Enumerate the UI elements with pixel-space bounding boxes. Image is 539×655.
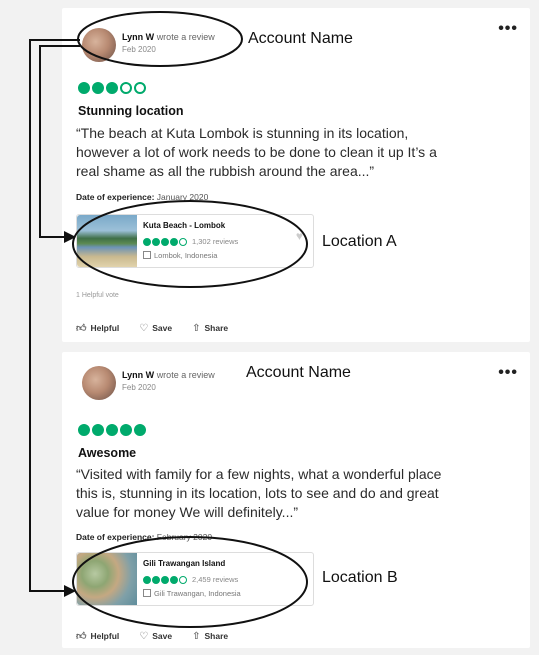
review-body-line: value for money We will definitely...” [76,504,299,520]
location-card[interactable]: Gili Trawangan Island 2,459 reviews Gili… [76,552,314,606]
share-button[interactable]: ⇧ Share [192,322,228,334]
rating-bubble-filled [152,575,160,584]
rating-bubble-filled [106,82,118,94]
review-body: “Visited with family for a few nights, w… [76,465,524,522]
helpful-button[interactable]: 👍︎ Helpful [76,322,119,334]
save-label: Save [152,631,173,641]
experience-value: January 2020 [156,192,209,202]
location-rating-bubbles [143,237,187,246]
experience-date: Date of experience: February 2020 [76,532,212,542]
review-title[interactable]: Awesome [78,446,136,460]
rating-bubble-filled [152,237,160,246]
review-actions: 👍︎ Helpful ♡ Save ⇧ Share [76,322,228,335]
review-body: “The beach at Kuta Lombok is stunning in… [76,124,524,181]
rating-bubbles [78,424,146,438]
experience-value: February 2020 [156,532,213,542]
location-rating: 2,459 reviews [143,575,238,584]
annotation-location-a: Location A [322,233,397,250]
rating-bubble-filled [92,82,104,94]
location-rating-bubbles [143,575,187,584]
location-address: Lombok, Indonesia [143,251,217,260]
rating-bubble-filled [106,424,118,436]
location-name[interactable]: Kuta Beach - Lombok [143,221,225,230]
location-rating: 1,302 reviews [143,237,238,246]
review-action: wrote a review [156,370,215,380]
experience-label: Date of experience: [76,192,155,202]
rating-bubble-filled [134,424,146,436]
location-review-count: 2,459 reviews [192,575,239,584]
thumbs-up-icon: 👍︎ [76,323,87,334]
review-date: Feb 2020 [122,383,156,392]
review-body-line: real shame as all the rubbish around the… [76,163,375,179]
save-button[interactable]: ♡ Save [139,630,172,642]
heart-icon: ♡ [139,322,149,334]
share-icon: ⇧ [192,630,201,642]
save-button[interactable]: ♡ Save [139,322,172,334]
location-address-text: Lombok, Indonesia [154,251,218,260]
location-thumbnail [77,553,137,605]
more-options-icon[interactable]: ••• [498,364,518,382]
rating-bubble-empty [120,82,132,94]
rating-bubble-filled [78,424,90,436]
location-thumbnail [77,215,137,267]
rating-bubble-filled [92,424,104,436]
map-pin-icon [143,589,151,597]
location-name[interactable]: Gili Trawangan Island [143,559,225,568]
save-heart-icon[interactable]: ♥ [296,229,303,243]
review-body-line: “The beach at Kuta Lombok is stunning in… [76,125,409,141]
rating-bubble-filled [161,575,169,584]
share-button[interactable]: ⇧ Share [192,630,228,642]
helpful-label: Helpful [90,631,120,641]
avatar[interactable] [82,28,116,62]
heart-icon: ♡ [139,630,149,642]
rating-bubble-filled [170,237,178,246]
thumbs-up-icon: 👍︎ [76,631,87,642]
review-card-1: Lynn W wrote a review Feb 2020 ••• Stunn… [62,8,530,342]
review-actions: 👍︎ Helpful ♡ Save ⇧ Share [76,630,228,643]
review-title[interactable]: Stunning location [78,104,184,118]
experience-label: Date of experience: [76,532,155,542]
helpful-label: Helpful [90,323,120,333]
annotation-location-b: Location B [322,569,398,586]
more-options-icon[interactable]: ••• [498,20,518,38]
author-name[interactable]: Lynn W [122,32,154,42]
share-label: Share [204,323,229,333]
map-pin-icon [143,251,151,259]
review-body-line: however a lot of work needs to be done t… [76,144,437,160]
author-name[interactable]: Lynn W [122,370,154,380]
location-card[interactable]: Kuta Beach - Lombok 1,302 reviews Lombok… [76,214,314,268]
avatar[interactable] [82,366,116,400]
review-card-2: Lynn W wrote a review Feb 2020 ••• Aweso… [62,352,530,648]
review-body-line: this is, stunning in its location, lots … [76,485,439,501]
rating-bubble-filled [170,575,178,584]
rating-bubble-empty [179,575,187,584]
rating-bubble-filled [143,575,151,584]
share-icon: ⇧ [192,322,201,334]
location-address-text: Gili Trawangan, Indonesia [154,589,241,598]
review-action: wrote a review [156,32,215,42]
review-author-line: Lynn W wrote a review [122,32,215,42]
rating-bubble-filled [78,82,90,94]
rating-bubbles [78,82,146,96]
save-label: Save [152,323,173,333]
review-date: Feb 2020 [122,45,156,54]
rating-bubble-filled [143,237,151,246]
helpful-votes: 1 Helpful vote [76,292,119,299]
experience-date: Date of experience: January 2020 [76,192,208,202]
review-author-line: Lynn W wrote a review [122,370,215,380]
share-label: Share [204,631,229,641]
review-body-line: “Visited with family for a few nights, w… [76,466,442,482]
rating-bubble-empty [179,237,187,246]
rating-bubble-filled [161,237,169,246]
location-review-count: 1,302 reviews [192,237,239,246]
rating-bubble-filled [120,424,132,436]
location-address: Gili Trawangan, Indonesia [143,589,241,598]
annotation-account-name-2: Account Name [246,364,351,381]
helpful-button[interactable]: 👍︎ Helpful [76,630,119,642]
rating-bubble-empty [134,82,146,94]
annotation-account-name-1: Account Name [248,30,353,47]
